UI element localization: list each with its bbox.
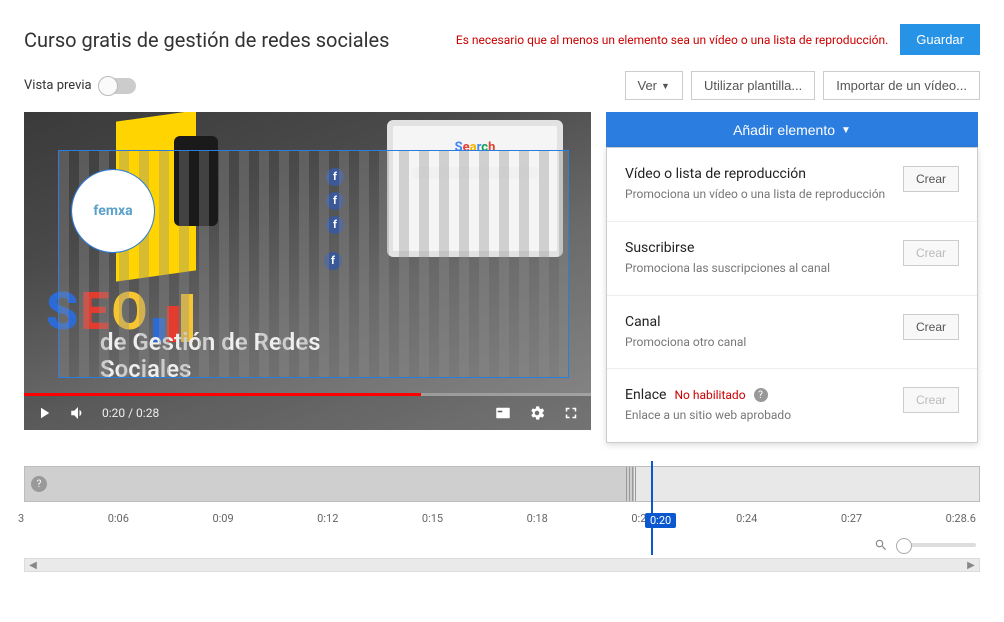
create-button: Crear xyxy=(903,387,959,413)
timeline-track[interactable]: ? 0:20 xyxy=(24,466,980,502)
tick-label: 0:24 xyxy=(736,512,757,525)
tick-label: 0:09 xyxy=(212,512,233,525)
end-screen-region[interactable] xyxy=(633,467,979,501)
tick-label: 0:18 xyxy=(527,512,548,525)
tick-label: 0:28.6 xyxy=(946,512,976,525)
zoom-icon[interactable] xyxy=(874,538,888,552)
tick-label: 0:06 xyxy=(108,512,129,525)
element-option-link[interactable]: Enlace No habilitado ?Enlace a un sitio … xyxy=(607,369,977,442)
tick-label: 3 xyxy=(18,512,24,525)
settings-icon[interactable] xyxy=(527,403,547,423)
tick-label: 0:15 xyxy=(422,512,443,525)
not-enabled-badge: No habilitado xyxy=(674,388,745,402)
import-from-video-button[interactable]: Importar de un vídeo... xyxy=(823,71,980,100)
card-icon[interactable] xyxy=(493,403,513,423)
element-option-video-playlist[interactable]: Vídeo o lista de reproducciónPromociona … xyxy=(607,148,977,222)
caret-down-icon: ▼ xyxy=(841,125,851,136)
drag-handle[interactable] xyxy=(626,467,636,501)
page-title: Curso gratis de gestión de redes sociale… xyxy=(24,28,389,52)
create-button: Crear xyxy=(903,240,959,266)
element-option-channel[interactable]: CanalPromociona otro canal Crear xyxy=(607,296,977,370)
add-element-dropdown: Vídeo o lista de reproducciónPromociona … xyxy=(606,147,978,443)
tick-label: 0:12 xyxy=(317,512,338,525)
create-button[interactable]: Crear xyxy=(903,166,959,192)
save-button[interactable]: Guardar xyxy=(900,24,980,55)
playhead-time: 0:20 xyxy=(645,513,676,528)
preview-toggle[interactable] xyxy=(100,78,136,94)
use-template-button[interactable]: Utilizar plantilla... xyxy=(691,71,815,100)
tick-label: 0:27 xyxy=(841,512,862,525)
horizontal-scrollbar[interactable]: ◀ ▶ xyxy=(24,558,980,572)
time-display: 0:20 / 0:28 xyxy=(102,406,159,420)
zoom-slider[interactable] xyxy=(896,543,976,547)
create-button[interactable]: Crear xyxy=(903,314,959,340)
element-option-subscribe[interactable]: SuscribirsePromociona las suscripciones … xyxy=(607,222,977,296)
help-icon[interactable]: ? xyxy=(754,388,768,402)
channel-subscribe-element[interactable]: femxa xyxy=(72,170,154,252)
playhead[interactable] xyxy=(651,461,653,555)
view-dropdown[interactable]: Ver ▼ xyxy=(625,71,683,100)
fullscreen-icon[interactable] xyxy=(561,403,581,423)
caret-down-icon: ▼ xyxy=(661,81,670,91)
help-icon[interactable]: ? xyxy=(31,476,47,492)
preview-label: Vista previa xyxy=(24,78,92,93)
scroll-left-icon[interactable]: ◀ xyxy=(25,559,41,571)
error-message: Es necesario que al menos un elemento se… xyxy=(456,33,888,47)
video-player[interactable]: Search f f f f SEO de Gestión de RedesSo… xyxy=(24,112,591,430)
timeline-ruler[interactable]: 3 0:06 0:09 0:12 0:15 0:18 0:21 0:24 0:2… xyxy=(0,502,1004,536)
scroll-right-icon[interactable]: ▶ xyxy=(963,559,979,571)
play-icon[interactable] xyxy=(34,403,54,423)
volume-icon[interactable] xyxy=(68,403,88,423)
